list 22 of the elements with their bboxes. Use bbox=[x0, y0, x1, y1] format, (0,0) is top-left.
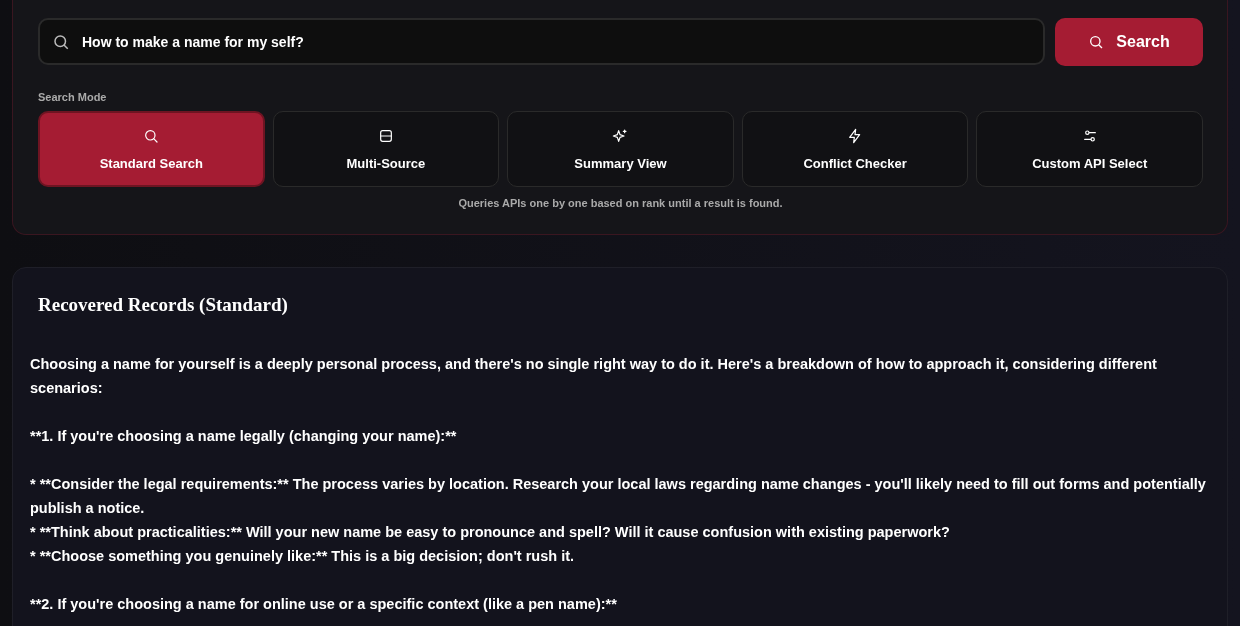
result-text: * **Choose something you genuinely like:** This is a big decision; don't rush it. bbox=[30, 547, 576, 566]
result-text: * **Think about practicalities:** Will your new name be easy to pronounce and spell? Will it cause confusion with existing paperwork? bbox=[30, 523, 951, 542]
search-icon bbox=[52, 33, 70, 51]
result-text: **2. If you're choosing a name for online use or a specific context (like a pen name):** bbox=[30, 595, 618, 614]
mode-tab[interactable]: Custom API Select bbox=[976, 111, 1203, 187]
sparkles-icon bbox=[612, 127, 629, 144]
search-icon bbox=[143, 127, 160, 144]
mode-tab[interactable]: Conflict Checker bbox=[741, 111, 969, 187]
search-mode-label: Search Mode bbox=[38, 91, 108, 103]
results-title: Recovered Records (Standard) bbox=[38, 294, 289, 316]
search-field[interactable]: How to make a name for my self? bbox=[38, 18, 1045, 65]
result-text: * **Consider the legal requirements:** The process varies by location. Research your local laws regarding name changes - you'll likely need to fill out forms and potentially publish a notice. bbox=[30, 475, 1207, 518]
split-square-icon bbox=[377, 127, 394, 144]
search-button[interactable]: Search bbox=[1055, 18, 1203, 66]
result-text: Choosing a name for yourself is a deeply personal process, and there's no single right way to do it. Here's a breakdown of how to approach it, considering different scenarios: bbox=[30, 355, 1158, 398]
mode-description: Queries APIs one by one based on rank until a result is found. bbox=[457, 197, 784, 209]
mode-tab[interactable]: Summary View bbox=[507, 111, 734, 187]
sliders-icon bbox=[1081, 127, 1098, 144]
search-icon bbox=[1088, 34, 1105, 50]
mode-tab[interactable]: Multi-Source bbox=[272, 111, 500, 187]
mode-tab[interactable]: Standard Search bbox=[38, 111, 265, 187]
result-text: **1. If you're choosing a name legally (changing your name):** bbox=[30, 427, 458, 446]
